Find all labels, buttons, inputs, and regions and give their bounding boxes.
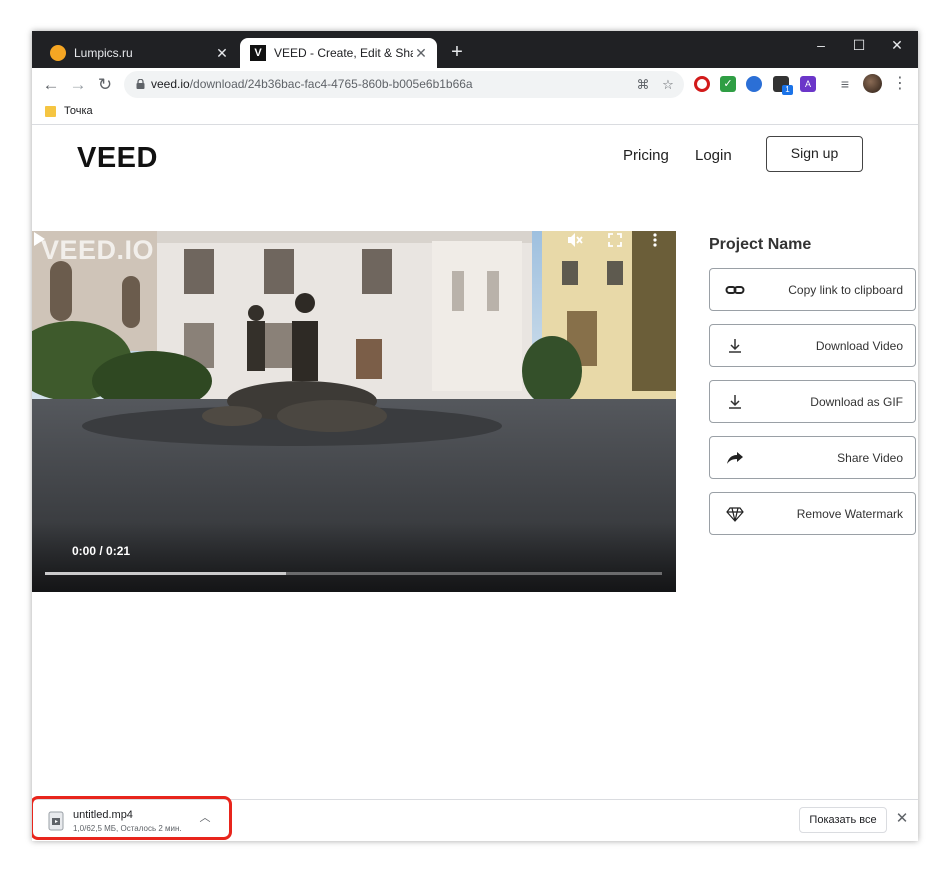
url-path: /download/24b36bac-fac4-4765-860b-b005e6…	[189, 77, 473, 91]
browser-toolbar: ← → ↻ veed.io/download/24b36bac-fac4-476…	[32, 68, 918, 101]
tab-title: Lumpics.ru	[74, 46, 133, 60]
video-progress-bar[interactable]	[45, 572, 662, 575]
fullscreen-icon[interactable]	[606, 231, 624, 249]
download-video-button[interactable]: Download Video	[709, 324, 916, 367]
video-more-icon[interactable]	[646, 231, 664, 249]
copy-link-button[interactable]: Copy link to clipboard	[709, 268, 916, 311]
tab-veed[interactable]: V VEED - Create, Edit & Share Vide ✕	[240, 38, 437, 68]
download-shelf: untitled.mp4 1,0/62,5 МБ, Осталось 2 мин…	[32, 796, 918, 841]
veed-logo[interactable]: VEED	[77, 142, 158, 175]
download-gif-label: Download as GIF	[810, 395, 903, 409]
url-host: veed.io	[151, 77, 190, 91]
extension-badge: 1	[782, 85, 793, 95]
diamond-icon	[726, 507, 744, 522]
opera-extension-icon[interactable]	[694, 76, 710, 92]
signup-button[interactable]: Sign up	[766, 136, 863, 172]
remove-watermark-button[interactable]: Remove Watermark	[709, 492, 916, 535]
tab-lumpics[interactable]: Lumpics.ru ✕	[40, 38, 238, 68]
address-bar[interactable]: veed.io/download/24b36bac-fac4-4765-860b…	[124, 71, 684, 98]
translate-icon[interactable]: ⌘	[634, 76, 652, 94]
folder-icon	[45, 106, 56, 117]
minimize-button[interactable]: –	[802, 31, 840, 61]
remove-watermark-label: Remove Watermark	[796, 507, 903, 521]
download-icon	[729, 339, 741, 353]
profile-avatar[interactable]	[863, 74, 882, 93]
login-link[interactable]: Login	[695, 147, 732, 164]
link-icon	[725, 286, 745, 294]
globe-extension-icon[interactable]	[746, 76, 762, 92]
lock-icon	[136, 79, 145, 89]
play-icon[interactable]	[32, 231, 46, 247]
window-close-button[interactable]: ✕	[878, 31, 916, 61]
tab-close-icon[interactable]: ✕	[413, 45, 429, 61]
browser-menu-icon[interactable]: ⋮	[892, 73, 908, 95]
share-icon	[727, 452, 743, 464]
lumpics-favicon-icon	[50, 45, 66, 61]
reload-button[interactable]: ↻	[93, 73, 117, 97]
maximize-button[interactable]: ☐	[840, 31, 878, 61]
new-tab-button[interactable]: +	[446, 42, 468, 64]
video-watermark: VEED.IO	[41, 235, 155, 265]
chevron-up-icon[interactable]: ︿	[199, 812, 211, 824]
cube-extension-icon[interactable]: 1	[773, 76, 793, 95]
tab-close-icon[interactable]: ✕	[214, 45, 230, 61]
url-text: veed.io/download/24b36bac-fac4-4765-860b…	[151, 77, 473, 91]
veed-page: VEED Pricing Login Sign up VEED.IO 0:00 …	[32, 125, 918, 799]
video-buffer-fill	[45, 572, 286, 575]
tab-title: VEED - Create, Edit & Share Vide	[274, 46, 413, 60]
download-icon	[729, 395, 741, 409]
project-name[interactable]: Project Name	[709, 236, 811, 254]
checkmark-extension-icon[interactable]: ✓	[720, 76, 736, 92]
share-video-label: Share Video	[837, 451, 903, 465]
download-status: 1,0/62,5 МБ, Осталось 2 мин.	[73, 824, 182, 833]
purple-extension-icon[interactable]: A	[800, 76, 816, 92]
forward-button[interactable]: →	[66, 73, 90, 97]
video-timecode: 0:00 / 0:21	[72, 544, 131, 558]
browser-window: Lumpics.ru ✕ V VEED - Create, Edit & Sha…	[32, 31, 918, 841]
back-button[interactable]: ←	[39, 73, 63, 97]
download-gif-button[interactable]: Download as GIF	[709, 380, 916, 423]
copy-link-label: Copy link to clipboard	[788, 283, 903, 297]
pricing-link[interactable]: Pricing	[623, 147, 669, 164]
video-file-icon	[48, 811, 64, 831]
bookmarks-bar: Точка	[32, 101, 918, 125]
mute-icon[interactable]	[566, 231, 584, 249]
bookmark-item[interactable]: Точка	[64, 105, 93, 117]
video-player[interactable]: VEED.IO 0:00 / 0:21	[32, 231, 676, 592]
tab-strip: Lumpics.ru ✕ V VEED - Create, Edit & Sha…	[32, 31, 918, 68]
share-video-button[interactable]: Share Video	[709, 436, 916, 479]
show-all-downloads-button[interactable]: Показать все	[799, 807, 887, 833]
reading-list-icon[interactable]: ≡	[837, 76, 853, 92]
download-video-label: Download Video	[815, 339, 903, 353]
veed-favicon-icon: V	[250, 45, 266, 61]
bookmark-star-icon[interactable]: ☆	[659, 76, 677, 94]
close-download-shelf-icon[interactable]: ✕	[894, 810, 910, 828]
download-file-name[interactable]: untitled.mp4	[73, 809, 133, 821]
